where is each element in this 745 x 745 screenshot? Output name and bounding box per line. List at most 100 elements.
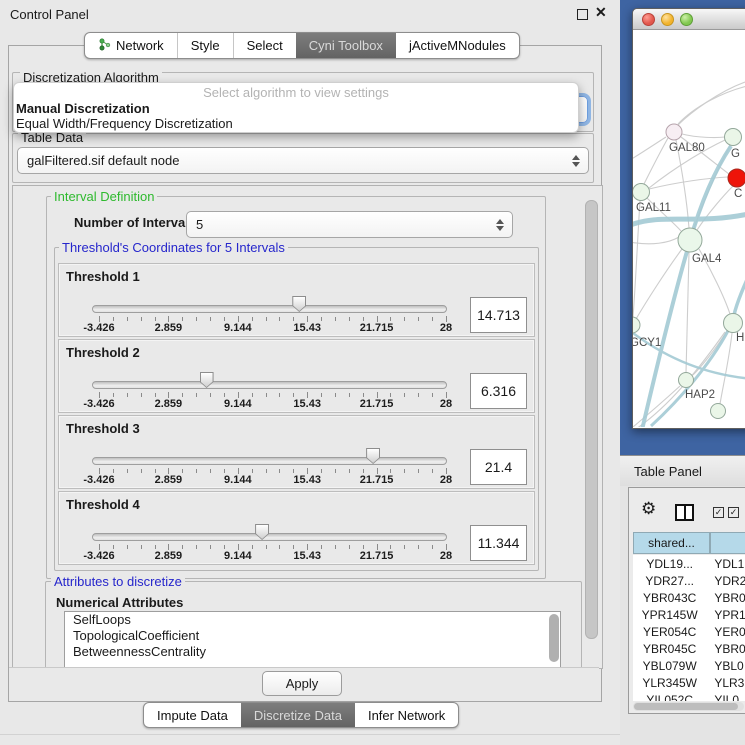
network-canvas[interactable]: GAL80 G C GAL11 GAL4 GCY1 H HAP2	[633, 30, 745, 427]
table-data-value: galFiltered.sif default node	[27, 153, 179, 168]
table-row[interactable]: YLR345WYLR3	[633, 674, 745, 691]
network-window-titlebar[interactable]	[633, 9, 745, 30]
table-row[interactable]: YDL19...YDL1	[633, 555, 745, 572]
node-gcy1[interactable]	[633, 317, 640, 333]
node-h[interactable]	[724, 314, 743, 333]
scale-label: 9.144	[224, 474, 252, 486]
threshold-2-box: Threshold 2 -3.4262.8599.14415.4321.7152…	[58, 339, 535, 413]
threshold-value-field[interactable]: 21.4	[470, 449, 527, 485]
table-row[interactable]: YIL052CYIL0	[633, 691, 745, 701]
float-window-icon[interactable]	[577, 9, 588, 20]
threshold-1-box: Threshold 1 -3.4262.8599.14415.4321.7152…	[58, 263, 535, 337]
close-traffic-light-icon[interactable]	[642, 13, 655, 26]
threshold-slider-track[interactable]	[92, 533, 447, 541]
tab-infer-network[interactable]: Infer Network	[355, 703, 458, 727]
node-hap2[interactable]	[679, 373, 694, 388]
node-gal4[interactable]	[678, 228, 702, 252]
network-graph: GAL80 G C GAL11 GAL4 GCY1 H HAP2	[633, 30, 745, 427]
scale-label: 15.43	[293, 322, 321, 334]
checkbox-icon[interactable]: ✓	[713, 507, 724, 518]
table-data-combobox[interactable]: galFiltered.sif default node	[17, 147, 589, 174]
gear-icon[interactable]: ⚙	[641, 500, 656, 517]
popup-hint: Select algorithm to view settings	[14, 83, 578, 101]
tab-style[interactable]: Style	[178, 33, 234, 58]
settings-scrollpane: Interval Definition Number of Intervals …	[12, 185, 603, 669]
node-gal80[interactable]	[666, 124, 682, 140]
scale-label: -3.426	[83, 550, 114, 562]
threshold-slider-thumb[interactable]	[255, 524, 269, 540]
scale-label: -3.426	[83, 398, 114, 410]
column-header-shared-name[interactable]: shared...	[633, 532, 710, 554]
node-label: GAL4	[692, 253, 722, 265]
tab-select[interactable]: Select	[234, 33, 296, 58]
scale-label: -3.426	[83, 474, 114, 486]
node-label: G	[731, 148, 740, 160]
threshold-label: Threshold 4	[66, 497, 140, 512]
numerical-attributes-list[interactable]: SelfLoopsTopologicalCoefficientBetweenne…	[64, 611, 561, 669]
scale-label: 21.715	[360, 322, 394, 334]
scale-label: 28	[440, 550, 452, 562]
node-label: H	[736, 332, 744, 344]
attribute-item[interactable]: SelfLoops	[65, 612, 560, 628]
tab-impute-data[interactable]: Impute Data	[144, 703, 241, 727]
threshold-value-field[interactable]: 14.713	[470, 297, 527, 333]
table-hscrollbar[interactable]	[633, 702, 744, 711]
settings-scrollbar[interactable]	[585, 200, 598, 639]
tab-network[interactable]: Network	[85, 33, 178, 58]
columns-icon[interactable]	[675, 504, 694, 521]
table-row[interactable]: YPR145WYPR1	[633, 606, 745, 623]
zoom-traffic-light-icon[interactable]	[680, 13, 693, 26]
threshold-slider-track[interactable]	[92, 381, 447, 389]
table-row[interactable]: YDR27...YDR2	[633, 572, 745, 589]
popup-option-manual[interactable]: Manual Discretization	[14, 101, 578, 116]
number-of-intervals-combobox[interactable]: 5	[186, 211, 513, 238]
tab-select-label: Select	[247, 38, 283, 53]
scale-label: 28	[440, 398, 452, 410]
desktop-area: GAL80 G C GAL11 GAL4 GCY1 H HAP2 Table P…	[620, 0, 745, 745]
combo-spinner-icon	[571, 155, 579, 167]
node-g[interactable]	[725, 129, 742, 146]
panel-title: Control Panel	[10, 7, 89, 22]
node-gal11[interactable]	[633, 184, 650, 201]
threshold-value-field[interactable]: 6.316	[470, 373, 527, 409]
tab-discretize-data[interactable]: Discretize Data	[241, 703, 355, 727]
node-label: GAL11	[636, 202, 671, 214]
table-row[interactable]: YBR045CYBR0	[633, 640, 745, 657]
scale-label: 2.859	[155, 322, 183, 334]
column-header-name[interactable]: n	[710, 532, 745, 554]
node-selected-red[interactable]	[728, 169, 745, 187]
top-tab-bar: Network Style Select Cyni Toolbox jActiv…	[84, 32, 520, 59]
threshold-slider-track[interactable]	[92, 457, 447, 465]
tab-jactivemnodules[interactable]: jActiveMNodules	[396, 33, 519, 58]
status-divider	[0, 734, 620, 735]
node-label: GAL80	[669, 142, 705, 154]
bottom-tab-bar: Impute Data Discretize Data Infer Networ…	[143, 702, 459, 728]
table-header-row: shared... n	[633, 532, 745, 554]
popup-option-equal-width[interactable]: Equal Width/Frequency Discretization	[14, 116, 578, 131]
threshold-slider-thumb[interactable]	[200, 372, 214, 388]
attribute-item[interactable]: BetweennessCentrality	[65, 644, 560, 660]
threshold-4-box: Threshold 4 -3.4262.8599.14415.4321.7152…	[58, 491, 535, 565]
table-panel-header: Table Panel	[620, 455, 745, 487]
threshold-3-box: Threshold 3 -3.4262.8599.14415.4321.7152…	[58, 415, 535, 489]
apply-button[interactable]: Apply	[262, 671, 342, 696]
node-bottom[interactable]	[711, 404, 726, 419]
network-window[interactable]: GAL80 G C GAL11 GAL4 GCY1 H HAP2	[632, 8, 745, 429]
attribute-item[interactable]: TopologicalCoefficient	[65, 628, 560, 644]
table-row[interactable]: YER054CYER0	[633, 623, 745, 640]
table-row[interactable]: YBR043CYBR0	[633, 589, 745, 606]
tab-cyni-toolbox[interactable]: Cyni Toolbox	[296, 33, 396, 58]
close-icon[interactable]: ✕	[595, 4, 607, 21]
scale-label: 15.43	[293, 398, 321, 410]
threshold-slider-thumb[interactable]	[292, 296, 306, 312]
threshold-value-field[interactable]: 11.344	[470, 525, 527, 561]
scale-label: 2.859	[155, 550, 183, 562]
table-row[interactable]: YBL079WYBL0	[633, 657, 745, 674]
list-scrollbar[interactable]	[549, 614, 559, 662]
minimize-traffic-light-icon[interactable]	[661, 13, 674, 26]
threshold-slider-thumb[interactable]	[366, 448, 380, 464]
tab-cyni-toolbox-label: Cyni Toolbox	[309, 38, 383, 53]
checkbox-icon[interactable]: ✓	[728, 507, 739, 518]
threshold-slider-track[interactable]	[92, 305, 447, 313]
table-panel-area: ⚙ ✓ ✓ shared... n YDL19...YDL1YDR27...YD…	[620, 486, 745, 745]
